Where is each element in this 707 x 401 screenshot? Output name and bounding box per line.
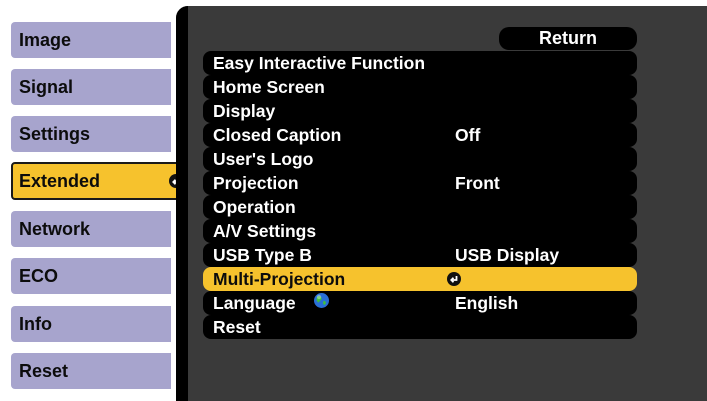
tab-label: Extended (19, 170, 101, 191)
tab-signal[interactable]: Signal (11, 69, 171, 105)
tab-network[interactable]: Network (11, 211, 171, 247)
return-label: Return (539, 28, 597, 48)
menu-item-display[interactable]: Display (203, 99, 637, 123)
tab-label: Signal (19, 76, 74, 97)
menu-item-label: User's Logo (213, 149, 314, 169)
menu-list: Easy Interactive Function Home Screen Di… (203, 51, 637, 339)
enter-icon (447, 272, 461, 286)
menu-item-usb-type-b[interactable]: USB Type B USB Display (203, 243, 637, 267)
menu-item-label: Reset (213, 317, 261, 337)
tab-settings[interactable]: Settings (11, 116, 171, 152)
menu-item-operation[interactable]: Operation (203, 195, 637, 219)
menu-item-label: Projection (213, 173, 299, 193)
menu-item-users-logo[interactable]: User's Logo (203, 147, 637, 171)
tab-label: Settings (19, 123, 91, 144)
menu-item-value: English (455, 293, 519, 313)
menu-item-reset[interactable]: Reset (203, 315, 637, 339)
menu-item-multi-projection[interactable]: Multi-Projection (203, 267, 637, 291)
tab-label: Info (19, 313, 52, 334)
tab-label: Image (19, 29, 72, 50)
menu-item-label: Operation (213, 197, 296, 217)
tab-extended[interactable]: Extended (11, 162, 193, 200)
tab-reset[interactable]: Reset (11, 353, 171, 389)
menu-item-label: Home Screen (213, 77, 325, 97)
category-tabs: Image Signal Settings Extended Network E… (0, 0, 200, 401)
menu-item-label: Closed Caption (213, 125, 342, 145)
tab-label: Network (19, 218, 91, 239)
menu-item-closed-caption[interactable]: Closed Caption Off (203, 123, 637, 147)
menu-item-label: Display (213, 101, 276, 121)
menu-item-home-screen[interactable]: Home Screen (203, 75, 637, 99)
globe-icon (313, 291, 330, 315)
tab-image[interactable]: Image (11, 22, 171, 58)
tab-info[interactable]: Info (11, 306, 171, 342)
menu-item-label: Multi-Projection (213, 269, 346, 289)
tab-eco[interactable]: ECO (11, 258, 171, 294)
panel-divider (176, 6, 188, 401)
menu-item-label: USB Type B (213, 245, 312, 265)
menu-item-value: USB Display (455, 245, 560, 265)
menu-item-label: A/V Settings (213, 221, 317, 241)
menu-item-easy-interactive-function[interactable]: Easy Interactive Function (203, 51, 637, 75)
menu-item-label: Language (213, 293, 296, 313)
tab-label: Reset (19, 360, 69, 381)
menu-item-language[interactable]: Language English (203, 291, 637, 315)
menu-item-value: Off (455, 125, 481, 145)
menu-item-label: Easy Interactive Function (213, 53, 426, 73)
menu-item-value: Front (455, 173, 500, 193)
return-button[interactable]: Return (499, 27, 637, 50)
tab-label: ECO (19, 265, 59, 286)
menu-item-projection[interactable]: Projection Front (203, 171, 637, 195)
menu-item-av-settings[interactable]: A/V Settings (203, 219, 637, 243)
